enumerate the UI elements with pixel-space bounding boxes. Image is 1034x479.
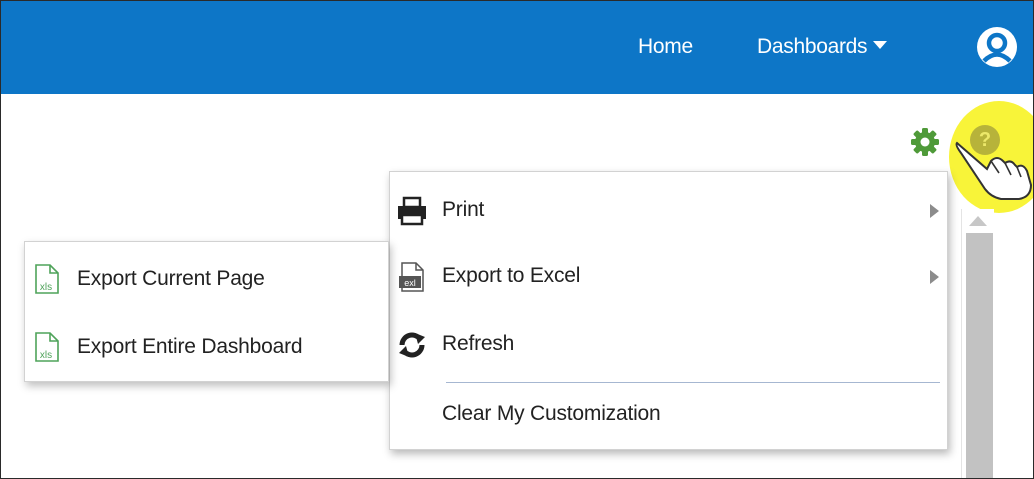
submenu-item-label: Export Current Page [77, 267, 265, 290]
submenu-item-export-current-page[interactable]: xls Export Current Page [25, 242, 388, 308]
user-account-icon[interactable] [975, 25, 1019, 69]
svg-text:exl: exl [404, 278, 416, 288]
pointer-hand-icon [955, 141, 1033, 200]
gear-icon[interactable] [909, 126, 941, 158]
xls-file-icon: xls [35, 332, 59, 362]
menu-item-label: Clear My Customization [442, 402, 661, 425]
excel-icon: exl [399, 262, 424, 292]
nav-dashboards-label: Dashboards [757, 35, 868, 58]
menu-item-label: Print [442, 198, 485, 221]
scroll-up-arrow-icon[interactable] [969, 216, 987, 226]
menu-item-refresh[interactable]: Refresh [390, 312, 947, 374]
submenu-item-export-entire-dashboard[interactable]: xls Export Entire Dashboard [25, 310, 388, 376]
menu-item-clear-my-customization[interactable]: Clear My Customization [390, 382, 947, 444]
nav-dashboards-menu[interactable]: Dashboards [757, 35, 888, 59]
scrollbar-thumb[interactable] [966, 233, 993, 478]
export-to-excel-submenu: xls Export Current Page xls Export Entir… [24, 241, 389, 382]
submenu-item-label: Export Entire Dashboard [77, 335, 303, 358]
top-navigation-bar: Home Dashboards [1, 1, 1033, 94]
app-window: Home Dashboards ? Print exl Export to Ex… [0, 0, 1034, 479]
nav-home-link[interactable]: Home [638, 35, 693, 59]
refresh-icon [399, 332, 425, 358]
submenu-arrow-icon [930, 204, 939, 218]
submenu-arrow-icon [930, 270, 939, 284]
menu-item-label: Refresh [442, 332, 515, 355]
xls-file-icon: xls [35, 264, 59, 294]
svg-text:xls: xls [40, 282, 52, 293]
svg-text:xls: xls [40, 350, 52, 361]
menu-item-label: Export to Excel [442, 264, 581, 287]
caret-down-icon [873, 41, 888, 50]
menu-item-print[interactable]: Print [390, 178, 947, 240]
printer-icon [398, 196, 426, 226]
page-options-menu: Print exl Export to Excel Refresh Clear … [389, 171, 948, 450]
menu-item-export-to-excel[interactable]: exl Export to Excel [390, 244, 947, 306]
